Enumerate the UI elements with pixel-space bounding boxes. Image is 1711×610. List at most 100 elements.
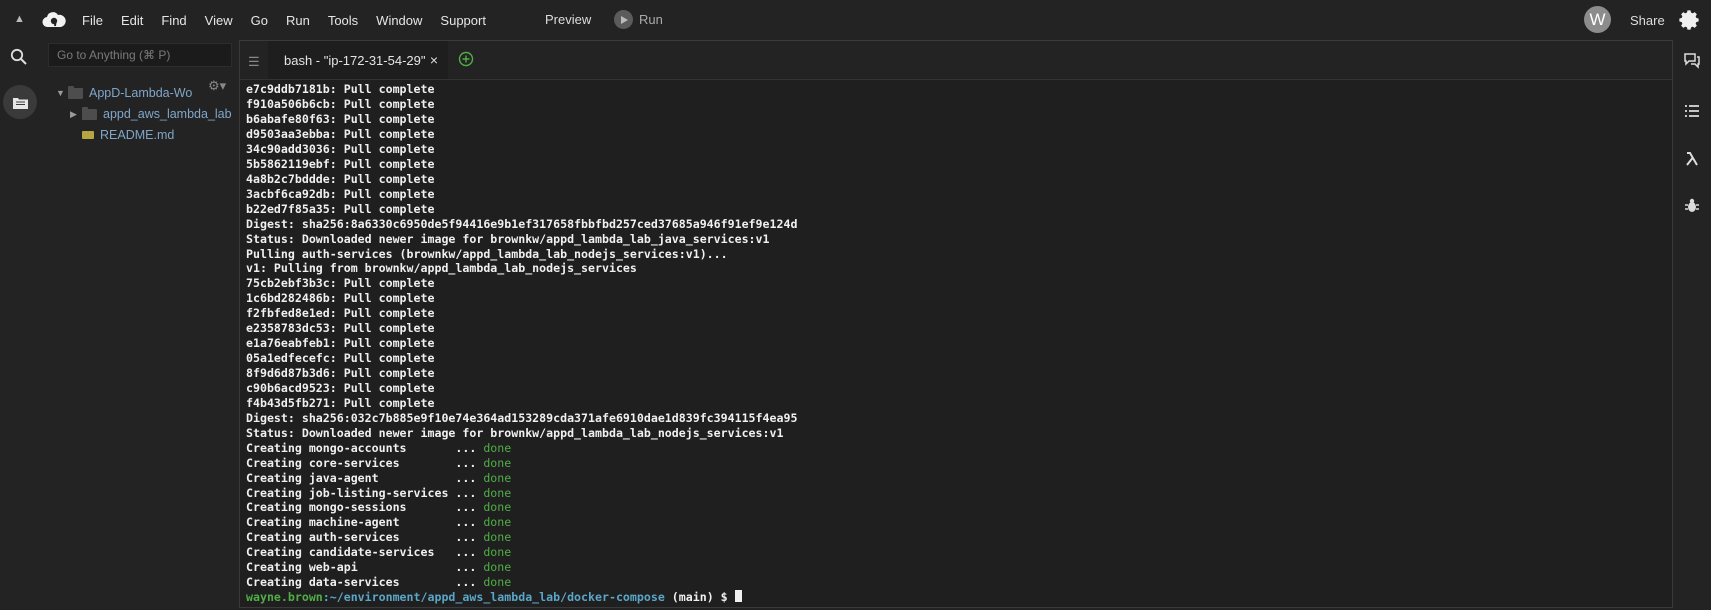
chevron-right-icon[interactable]: ▶ [70, 109, 82, 120]
files-panel-button[interactable] [3, 85, 37, 119]
create-prefix: Creating web-api ... [246, 560, 484, 575]
terminal-line: 4a8b2c7bddde: Pull complete [246, 171, 435, 186]
terminal-line: f910a506b6cb: Pull complete [246, 97, 435, 112]
done-status: done [483, 530, 512, 545]
menu-find[interactable]: Find [161, 13, 186, 28]
create-prefix: Creating mongo-sessions ... [246, 500, 484, 515]
terminal-panel: ☰ bash - "ip-172-31-54-29" × e7c9ddb7181… [239, 40, 1673, 608]
markdown-file-icon [82, 131, 94, 139]
avatar[interactable]: W [1584, 6, 1611, 33]
tree-file-item[interactable]: README.md [82, 128, 174, 142]
terminal-line: Status: Downloaded newer image for brown… [246, 231, 770, 246]
terminal-line: f2fbfed8e1ed: Pull complete [246, 306, 435, 321]
terminal-line: 75cb2ebf3b3c: Pull complete [246, 276, 435, 291]
menu-view[interactable]: View [205, 13, 233, 28]
tab-bash[interactable]: bash - "ip-172-31-54-29" × [268, 41, 448, 79]
create-prefix: Creating machine-agent ... [246, 515, 484, 530]
create-prefix: Creating job-listing-services ... [246, 485, 484, 500]
terminal-line: 1c6bd282486b: Pull complete [246, 291, 435, 306]
done-status: done [483, 440, 512, 455]
close-icon[interactable]: × [430, 52, 438, 68]
cloud9-logo-icon[interactable] [42, 9, 66, 31]
menu-run[interactable]: Run [286, 13, 310, 28]
terminal-line: Digest: sha256:8a6330c6950de5f94416e9b1e… [246, 216, 798, 231]
lambda-icon[interactable] [1683, 150, 1701, 168]
menu-tools[interactable]: Tools [328, 13, 358, 28]
right-icon-strip [1673, 40, 1711, 610]
left-icon-strip [0, 40, 38, 610]
outline-icon[interactable] [1683, 102, 1701, 120]
terminal-line: 3acbf6ca92db: Pull complete [246, 186, 435, 201]
menu-support[interactable]: Support [440, 13, 486, 28]
done-status: done [483, 470, 512, 485]
tree-root-folder[interactable]: ▼ AppD-Lambda-Wo [56, 85, 192, 100]
run-button[interactable]: Run [614, 10, 663, 29]
hamburger-icon[interactable]: ☰ [248, 54, 260, 70]
done-status: done [483, 485, 512, 500]
create-prefix: Creating java-agent ... [246, 470, 484, 485]
create-line: Creating core-services ... done [246, 456, 797, 471]
create-line: Creating mongo-accounts ... done [246, 441, 797, 456]
create-line: Creating machine-agent ... done [246, 515, 797, 530]
create-line: Creating candidate-services ... done [246, 545, 797, 560]
create-prefix: Creating data-services ... [246, 575, 484, 590]
create-line: Creating auth-services ... done [246, 530, 797, 545]
menu-file[interactable]: File [82, 13, 103, 28]
prompt-path: :~/environment/appd_aws_lambda_lab/docke… [322, 590, 665, 605]
done-status: done [483, 545, 512, 560]
terminal-output[interactable]: e7c9ddb7181b: Pull complete f910a506b6cb… [246, 79, 1666, 607]
terminal-line: e2358783dc53: Pull complete [246, 321, 435, 336]
file-tree-panel: ⚙▾ ▼ AppD-Lambda-Wo ▶ appd_aws_lambda_la… [38, 40, 238, 610]
tree-file-label: README.md [100, 128, 175, 142]
create-prefix: Creating candidate-services ... [246, 545, 484, 560]
go-to-anything-input[interactable] [48, 43, 232, 67]
run-label: Run [639, 12, 663, 27]
search-icon[interactable] [10, 48, 28, 66]
debugger-icon[interactable] [1683, 197, 1701, 215]
menu-go[interactable]: Go [251, 13, 268, 28]
terminal-line: 34c90add3036: Pull complete [246, 141, 435, 156]
collaborate-icon[interactable] [1683, 51, 1701, 69]
terminal-line: d9503aa3ebba: Pull complete [246, 127, 435, 141]
prompt-branch: (main) $ [664, 590, 735, 605]
chevron-down-icon[interactable]: ▼ [56, 88, 68, 98]
collapse-up-icon[interactable]: ▲ [14, 13, 25, 25]
shell-prompt[interactable]: wayne.brown:~/environment/appd_aws_lambd… [246, 590, 797, 605]
terminal-line: Pulling auth-services (brownkw/appd_lamb… [246, 246, 728, 261]
terminal-line: b6abafe80f63: Pull complete [246, 112, 435, 127]
menu-edit[interactable]: Edit [121, 13, 143, 28]
main-menu: File Edit Find View Go Run Tools Window … [82, 0, 504, 40]
tree-settings-icon[interactable]: ⚙▾ [208, 78, 226, 94]
tab-bar: ☰ bash - "ip-172-31-54-29" × [240, 41, 1672, 80]
done-status: done [483, 515, 512, 530]
done-status: done [483, 500, 512, 515]
menu-window[interactable]: Window [376, 13, 422, 28]
prompt-user: wayne.brown [246, 590, 323, 605]
terminal-line: v1: Pulling from brownkw/appd_lambda_lab… [246, 261, 637, 276]
folder-icon [68, 85, 83, 99]
create-line: Creating web-api ... done [246, 560, 797, 575]
terminal-line: f4b43d5fb271: Pull complete [246, 395, 435, 410]
done-status: done [483, 560, 512, 575]
play-icon [614, 10, 633, 29]
terminal-line: e7c9ddb7181b: Pull complete [246, 82, 435, 97]
create-prefix: Creating mongo-accounts ... [246, 440, 484, 455]
terminal-cursor [734, 590, 742, 603]
share-button[interactable]: Share [1630, 13, 1665, 28]
terminal-line: c90b6acd9523: Pull complete [246, 380, 435, 395]
create-line: Creating job-listing-services ... done [246, 486, 797, 501]
add-tab-icon[interactable] [458, 51, 474, 67]
preview-button[interactable]: Preview [545, 12, 591, 27]
terminal-line: Digest: sha256:032c7b885e9f10e74e364ad15… [246, 410, 798, 425]
terminal-line: 5b5862119ebf: Pull complete [246, 156, 435, 171]
folder-icon [82, 106, 97, 120]
terminal-line: 05a1edfecefc: Pull complete [246, 351, 435, 366]
tree-folder-item[interactable]: ▶ appd_aws_lambda_lab [70, 106, 232, 121]
tree-folder-label: appd_aws_lambda_lab [103, 107, 232, 121]
terminal-lines: e7c9ddb7181b: Pull complete f910a506b6cb… [246, 82, 797, 605]
done-status: done [483, 455, 512, 470]
terminal-line: 8f9d6d87b3d6: Pull complete [246, 366, 435, 380]
create-prefix: Creating core-services ... [246, 455, 484, 470]
create-prefix: Creating auth-services ... [246, 530, 484, 545]
gear-icon[interactable] [1678, 9, 1700, 31]
